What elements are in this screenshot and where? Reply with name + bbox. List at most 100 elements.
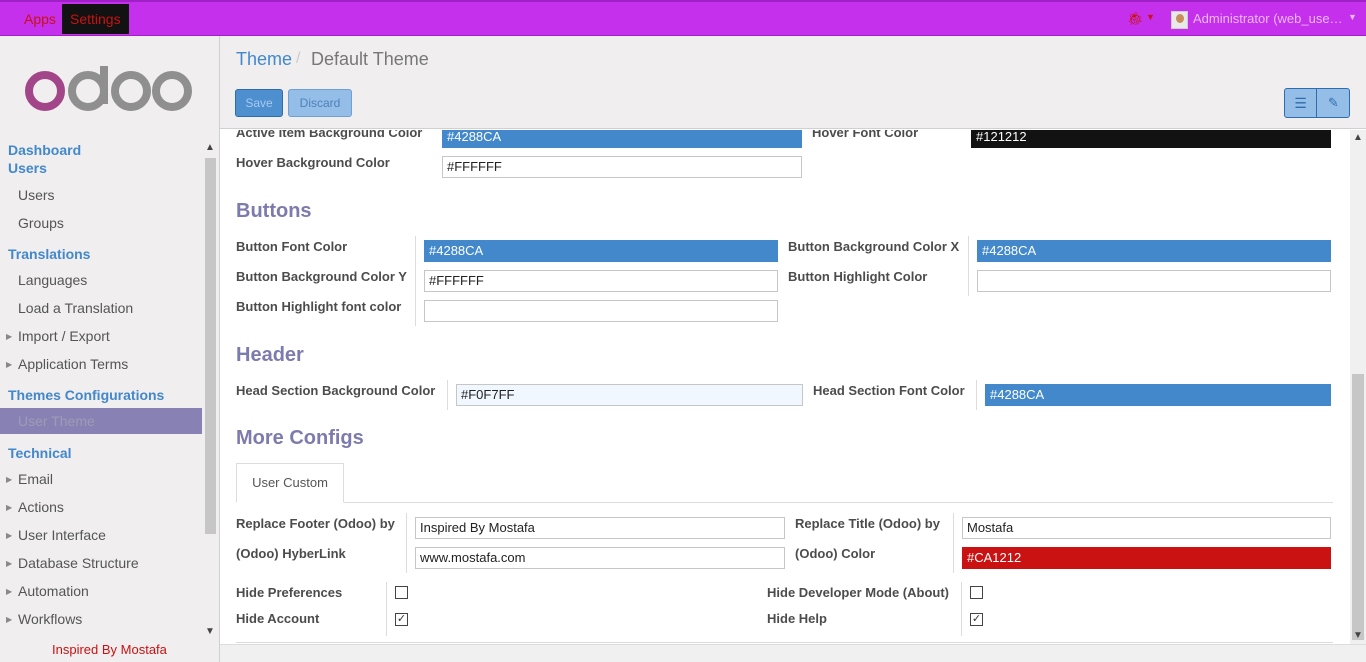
scroll-up-icon[interactable]: ▲ xyxy=(1353,132,1363,143)
page-title: Default Theme xyxy=(311,49,429,69)
sidebar-item-database-structure[interactable]: Database Structure xyxy=(18,555,139,571)
hide-preferences-checkbox[interactable] xyxy=(395,586,408,599)
view-switcher: ☰ ✎ xyxy=(1284,88,1350,118)
sidebar-section-themes[interactable]: Themes Configurations xyxy=(8,387,164,403)
discard-button[interactable]: Discard xyxy=(288,89,352,117)
section-title-header: Header xyxy=(236,344,304,366)
active-item-bg-input[interactable]: #4288CA xyxy=(442,130,802,148)
caret-right-icon: ▶ xyxy=(6,531,13,540)
sidebar-section-dashboard[interactable]: Dashboard xyxy=(8,142,81,158)
chevron-down-icon[interactable]: ▼ xyxy=(1146,12,1155,22)
sidebar-item-groups[interactable]: Groups xyxy=(18,215,64,231)
sidebar-section-technical[interactable]: Technical xyxy=(8,445,72,461)
field-label: Hide Help xyxy=(767,611,827,626)
field-label: Replace Footer (Odoo) by xyxy=(236,516,395,531)
button-highlight-font-input[interactable] xyxy=(424,300,778,322)
button-highlight-input[interactable] xyxy=(977,270,1331,292)
control-panel: Theme / Default Theme Save Discard ☰ ✎ xyxy=(220,36,1366,129)
column-divider xyxy=(976,380,977,410)
horizontal-scrollbar[interactable] xyxy=(220,644,1366,662)
top-menu-settings[interactable]: Settings xyxy=(62,4,129,34)
hide-help-checkbox[interactable]: ✓ xyxy=(970,613,983,626)
caret-right-icon: ▶ xyxy=(6,360,13,369)
save-button[interactable]: Save xyxy=(235,89,283,117)
field-label: Button Highlight font color xyxy=(236,299,402,314)
bug-icon[interactable]: 🐞︎ xyxy=(1127,11,1144,27)
caret-right-icon: ▶ xyxy=(6,615,13,624)
odoo-logo xyxy=(25,66,192,111)
sidebar: Dashboard Users Users Groups Translation… xyxy=(0,36,220,662)
sidebar-section-translations[interactable]: Translations xyxy=(8,246,90,262)
tab-bar xyxy=(236,502,1333,503)
field-label: (Odoo) Color xyxy=(795,546,876,561)
breadcrumb-separator: / xyxy=(296,50,301,67)
hover-bg-input[interactable]: #FFFFFF xyxy=(442,156,802,178)
sidebar-item-automation[interactable]: Automation xyxy=(18,583,89,599)
field-label: Button Font Color xyxy=(236,239,348,254)
sidebar-item-email[interactable]: Email xyxy=(18,471,53,487)
section-title-buttons: Buttons xyxy=(236,200,312,222)
caret-right-icon: ▶ xyxy=(6,503,13,512)
sidebar-item-load-translation[interactable]: Load a Translation xyxy=(18,300,133,316)
field-label: Hide Developer Mode (About) xyxy=(767,585,950,600)
replace-footer-input[interactable]: Inspired By Mostafa xyxy=(415,517,785,539)
field-label: Hover Background Color xyxy=(236,155,390,170)
column-divider xyxy=(447,380,448,410)
sidebar-item-actions[interactable]: Actions xyxy=(18,499,64,515)
column-divider xyxy=(961,582,962,636)
hover-font-input[interactable]: #121212 xyxy=(971,130,1331,148)
field-label: (Odoo) HyberLink xyxy=(236,546,346,561)
sidebar-item-application-terms[interactable]: Application Terms xyxy=(18,356,128,372)
top-menu-apps[interactable]: Apps xyxy=(16,4,64,34)
field-label: Button Highlight Color xyxy=(788,269,928,284)
column-divider xyxy=(953,513,954,573)
user-menu[interactable]: Administrator (web_use… xyxy=(1193,11,1343,26)
scroll-up-icon[interactable]: ▲ xyxy=(205,142,215,153)
field-label: Hide Account xyxy=(236,611,320,626)
main-scrollbar[interactable]: ▲ ▼ xyxy=(1350,130,1366,644)
sidebar-scrollbar[interactable]: ▲ ▼ xyxy=(203,140,218,640)
breadcrumb-theme[interactable]: Theme xyxy=(236,49,292,70)
field-label: Hover Font Color xyxy=(812,130,919,140)
sidebar-item-user-theme[interactable]: User Theme xyxy=(0,408,202,434)
caret-right-icon: ▶ xyxy=(6,559,13,568)
field-label: Active Item Background Color xyxy=(236,130,423,140)
sidebar-footer: Inspired By Mostafa xyxy=(52,642,167,657)
sidebar-item-workflows[interactable]: Workflows xyxy=(18,611,82,627)
field-label: Replace Title (Odoo) by xyxy=(795,516,940,531)
button-bg-y-input[interactable]: #FFFFFF xyxy=(424,270,778,292)
chevron-down-icon[interactable]: ▼ xyxy=(1348,12,1357,22)
section-title-more-configs: More Configs xyxy=(236,427,364,449)
scroll-down-icon[interactable]: ▼ xyxy=(1353,630,1363,641)
sidebar-item-users[interactable]: Users xyxy=(18,187,55,203)
sidebar-section-users[interactable]: Users xyxy=(8,160,47,176)
head-section-bg-input[interactable]: #F0F7FF xyxy=(456,384,803,406)
scrollbar-thumb[interactable] xyxy=(1352,374,1364,640)
tab-user-custom[interactable]: User Custom xyxy=(236,463,344,503)
column-divider xyxy=(968,236,969,296)
button-font-color-input[interactable]: #4288CA xyxy=(424,240,778,262)
replace-title-input[interactable]: Mostafa xyxy=(962,517,1331,539)
scrollbar-thumb[interactable] xyxy=(205,158,216,534)
sidebar-item-languages[interactable]: Languages xyxy=(18,272,87,288)
field-label: Hide Preferences xyxy=(236,585,343,600)
hyperlink-input[interactable]: www.mostafa.com xyxy=(415,547,785,569)
sidebar-item-import-export[interactable]: Import / Export xyxy=(18,328,110,344)
tab-content-border xyxy=(236,642,1333,643)
scroll-down-icon[interactable]: ▼ xyxy=(205,626,215,637)
odoo-color-input[interactable]: #CA1212 xyxy=(962,547,1331,569)
column-divider xyxy=(415,236,416,326)
hide-developer-mode-checkbox[interactable] xyxy=(970,586,983,599)
form-sheet: Active Item Background Color #4288CA Hov… xyxy=(220,130,1350,662)
head-section-font-input[interactable]: #4288CA xyxy=(985,384,1331,406)
avatar[interactable] xyxy=(1171,11,1188,29)
field-label: Head Section Font Color xyxy=(813,383,965,398)
column-divider xyxy=(386,582,387,636)
top-navbar: Apps Settings 🐞︎ ▼ Administrator (web_us… xyxy=(0,0,1366,36)
hide-account-checkbox[interactable]: ✓ xyxy=(395,613,408,626)
sidebar-item-label: User Theme xyxy=(18,413,95,429)
button-bg-x-input[interactable]: #4288CA xyxy=(977,240,1331,262)
list-view-icon[interactable]: ☰ xyxy=(1285,89,1317,117)
sidebar-item-user-interface[interactable]: User Interface xyxy=(18,527,106,543)
form-view-icon[interactable]: ✎ xyxy=(1318,89,1349,117)
